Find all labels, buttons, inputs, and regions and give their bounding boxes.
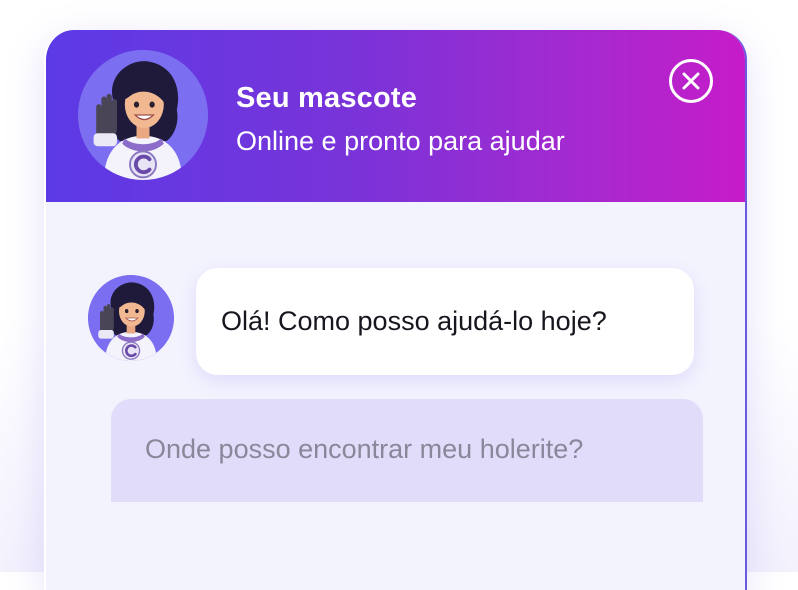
chat-status: Online e pronto para ajudar: [236, 126, 565, 156]
close-icon: [682, 72, 700, 90]
mascot-avatar: [78, 50, 208, 180]
chat-header: Seu mascote Online e pronto para ajudar: [46, 30, 745, 202]
chat-widget: Seu mascote Online e pronto para ajudar …: [44, 30, 747, 590]
bot-message: Olá! Como posso ajudá-lo hoje?: [196, 268, 694, 375]
chat-body[interactable]: Olá! Como posso ajudá-lo hoje? Onde poss…: [46, 202, 745, 590]
close-button[interactable]: [669, 59, 713, 103]
suggested-question[interactable]: Onde posso encontrar meu holerite?: [111, 399, 703, 502]
bot-avatar: [88, 275, 174, 361]
chat-title: Seu mascote: [236, 82, 418, 114]
